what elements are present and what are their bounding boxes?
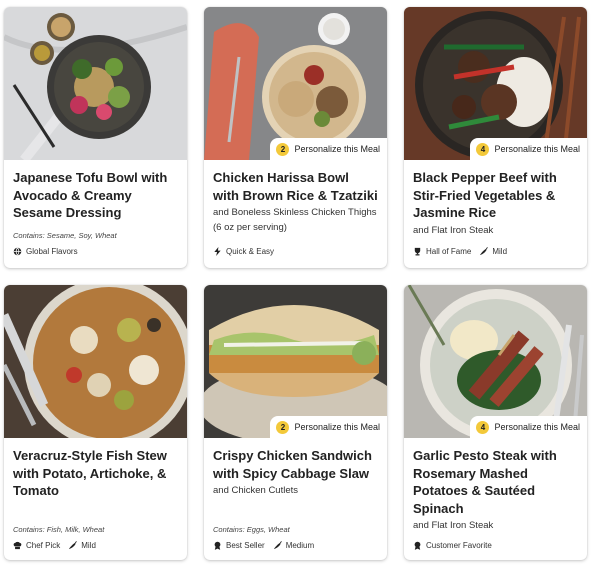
personalize-label: Personalize this Meal (494, 144, 580, 154)
option-count-badge: 2 (276, 142, 290, 156)
meal-tags: Global Flavors (13, 247, 78, 256)
tag-spice-level: Mild (68, 541, 96, 550)
meal-grid: Japanese Tofu Bowl with Avocado & Creamy… (4, 7, 587, 560)
meal-card[interactable]: 4 Personalize this Meal Black Pepper Bee… (404, 7, 587, 268)
meal-tags: Quick & Easy (213, 247, 274, 256)
medal-icon (414, 541, 421, 550)
personalize-label: Personalize this Meal (294, 144, 380, 154)
chili-icon (69, 541, 78, 550)
meal-info: Crispy Chicken Sandwich with Spicy Cabba… (204, 438, 387, 560)
medal-icon (214, 541, 221, 550)
tag-label: Quick & Easy (226, 247, 275, 256)
allergen-note: Contains: Sesame, Soy, Wheat (13, 231, 117, 240)
meal-title[interactable]: Chicken Harissa Bowl with Brown Rice & T… (213, 169, 378, 204)
tag-label: Mild (81, 541, 96, 550)
personalize-label: Personalize this Meal (294, 422, 380, 432)
meal-info: Garlic Pesto Steak with Rosemary Mashed … (404, 438, 587, 560)
tag-customer-favorite: Customer Favorite (413, 541, 492, 550)
meal-info: Japanese Tofu Bowl with Avocado & Creamy… (4, 160, 187, 268)
meal-photo: 2 Personalize this Meal (204, 7, 387, 160)
tag-label: Mild (492, 247, 508, 256)
meal-protein: and Flat Iron Steak (413, 520, 494, 531)
allergen-note: Contains: Eggs, Wheat (213, 525, 290, 534)
meal-card[interactable]: 2 Personalize this Meal Crispy Chicken S… (204, 285, 387, 560)
meal-tags: Customer Favorite (413, 541, 492, 550)
option-count-badge: 4 (476, 142, 490, 156)
personalize-badge[interactable]: 4 Personalize this Meal (470, 138, 587, 160)
meal-tags: Best Seller Medium (213, 541, 314, 550)
meal-card[interactable]: 2 Personalize this Meal Chicken Harissa … (204, 7, 387, 268)
personalize-badge[interactable]: 2 Personalize this Meal (270, 138, 387, 160)
tag-chef-pick: Chef Pick (13, 541, 60, 550)
meal-title[interactable]: Veracruz-Style Fish Stew with Potato, Ar… (13, 447, 178, 500)
tag-hall-of-fame: Hall of Fame (413, 247, 471, 256)
tag-quick-easy: Quick & Easy (213, 247, 274, 256)
tag-spice-level: Mild (479, 247, 507, 256)
meal-photo (4, 285, 187, 438)
meal-protein: and Flat Iron Steak (413, 224, 494, 236)
chili-icon (273, 541, 282, 550)
meal-photo (4, 7, 187, 160)
tag-label: Global Flavors (26, 247, 78, 256)
tag-label: Customer Favorite (426, 541, 492, 550)
meal-info: Chicken Harissa Bowl with Brown Rice & T… (204, 160, 387, 268)
allergen-note: Contains: Fish, Milk, Wheat (13, 525, 105, 534)
meal-title[interactable]: Black Pepper Beef with Stir-Fried Vegeta… (413, 169, 578, 222)
globe-icon (13, 247, 22, 256)
meal-protein: and Boneless Skinless Chicken Thighs (6 … (213, 207, 377, 233)
trophy-icon (414, 247, 421, 256)
meal-protein: and Chicken Cutlets (213, 485, 299, 496)
personalize-badge[interactable]: 2 Personalize this Meal (270, 416, 387, 438)
meal-info: Black Pepper Beef with Stir-Fried Vegeta… (404, 160, 587, 268)
meal-title[interactable]: Japanese Tofu Bowl with Avocado & Creamy… (13, 169, 178, 222)
tag-label: Hall of Fame (426, 247, 472, 256)
tag-best-seller: Best Seller (213, 541, 265, 550)
tag-spice-level: Medium (273, 541, 314, 550)
meal-tags: Hall of Fame Mild (413, 247, 507, 256)
personalize-label: Personalize this Meal (494, 422, 580, 432)
tag-label: Chef Pick (26, 541, 61, 550)
personalize-badge[interactable]: 4 Personalize this Meal (470, 416, 587, 438)
chili-icon (480, 247, 489, 256)
meal-photo: 2 Personalize this Meal (204, 285, 387, 438)
lightning-icon (214, 247, 221, 256)
meal-photo: 4 Personalize this Meal (404, 285, 587, 438)
meal-card[interactable]: 4 Personalize this Meal Garlic Pesto Ste… (404, 285, 587, 560)
meal-title[interactable]: Garlic Pesto Steak with Rosemary Mashed … (413, 447, 578, 517)
tag-label: Medium (285, 541, 315, 550)
option-count-badge: 2 (276, 420, 290, 434)
meal-card[interactable]: Japanese Tofu Bowl with Avocado & Creamy… (4, 7, 187, 268)
meal-tags: Chef Pick Mild (13, 541, 96, 550)
meal-title[interactable]: Crispy Chicken Sandwich with Spicy Cabba… (213, 447, 378, 482)
option-count-badge: 4 (476, 420, 490, 434)
tag-label: Best Seller (226, 541, 265, 550)
chef-hat-icon (13, 541, 22, 550)
tag-global-flavors: Global Flavors (13, 247, 78, 256)
meal-photo: 4 Personalize this Meal (404, 7, 587, 160)
meal-info: Veracruz-Style Fish Stew with Potato, Ar… (4, 438, 187, 560)
meal-card[interactable]: Veracruz-Style Fish Stew with Potato, Ar… (4, 285, 187, 560)
